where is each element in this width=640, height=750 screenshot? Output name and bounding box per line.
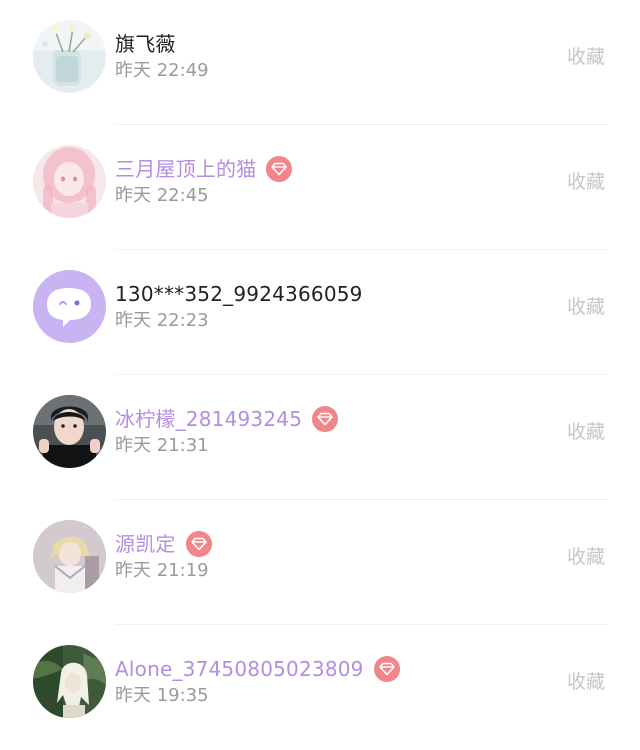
- avatar[interactable]: [33, 20, 106, 93]
- list-item[interactable]: 源凯定 昨天 21:19 收藏: [0, 500, 640, 625]
- user-name-line: Alone_37450805023809: [115, 655, 400, 683]
- pink-anime-girl-avatar-image: [33, 145, 106, 218]
- list-item[interactable]: 冰柠檬_281493245 昨天 21:31 收藏: [0, 375, 640, 500]
- vip-diamond-icon: [266, 156, 293, 182]
- green-forest-avatar-image: [33, 645, 106, 718]
- user-name[interactable]: 旗飞薇: [115, 30, 176, 58]
- user-name-line: 旗飞薇: [115, 30, 176, 58]
- vip-diamond-icon: [185, 531, 212, 557]
- avatar[interactable]: [33, 145, 106, 218]
- timestamp: 昨天 22:49: [115, 60, 209, 81]
- avatar[interactable]: [33, 520, 106, 593]
- timestamp: 昨天 21:31: [115, 435, 209, 456]
- list-item[interactable]: 旗飞薇 昨天 22:49 收藏: [0, 0, 640, 125]
- anime-character-avatar-image: [33, 520, 106, 593]
- flower-vase-avatar-image: [33, 20, 106, 93]
- user-name-line: 冰柠檬_281493245: [115, 405, 339, 433]
- favorite-button[interactable]: 收藏: [567, 669, 605, 695]
- user-name-line: 三月屋顶上的猫: [115, 155, 293, 183]
- timestamp: 昨天 22:45: [115, 185, 209, 206]
- timestamp: 昨天 21:19: [115, 560, 209, 581]
- user-name[interactable]: Alone_37450805023809: [115, 655, 364, 683]
- user-name-line: 源凯定: [115, 530, 212, 558]
- favorite-button[interactable]: 收藏: [567, 419, 605, 445]
- user-name[interactable]: 源凯定: [115, 530, 176, 558]
- default-chat-avatar-icon: [33, 270, 106, 343]
- user-name[interactable]: 130***352_9924366059: [115, 280, 363, 308]
- vip-diamond-icon: [312, 406, 339, 432]
- favorite-button[interactable]: 收藏: [567, 169, 605, 195]
- list-item[interactable]: 130***352_9924366059 昨天 22:23 收藏: [0, 250, 640, 375]
- timestamp: 昨天 19:35: [115, 685, 209, 706]
- user-list: 旗飞薇 昨天 22:49 收藏 三月屋顶上的猫 昨天 22:45 收藏 130*…: [0, 0, 640, 750]
- avatar[interactable]: [33, 395, 106, 468]
- favorite-button[interactable]: 收藏: [567, 294, 605, 320]
- vip-diamond-icon: [373, 656, 400, 682]
- user-name[interactable]: 冰柠檬_281493245: [115, 405, 302, 433]
- user-name[interactable]: 三月屋顶上的猫: [115, 155, 256, 183]
- list-item[interactable]: Alone_37450805023809 昨天 19:35 收藏: [0, 625, 640, 750]
- avatar[interactable]: [33, 270, 106, 343]
- favorite-button[interactable]: 收藏: [567, 544, 605, 570]
- user-name-line: 130***352_9924366059: [115, 280, 363, 308]
- timestamp: 昨天 22:23: [115, 310, 209, 331]
- boy-portrait-avatar-image: [33, 395, 106, 468]
- list-item[interactable]: 三月屋顶上的猫 昨天 22:45 收藏: [0, 125, 640, 250]
- avatar[interactable]: [33, 645, 106, 718]
- favorite-button[interactable]: 收藏: [567, 44, 605, 70]
